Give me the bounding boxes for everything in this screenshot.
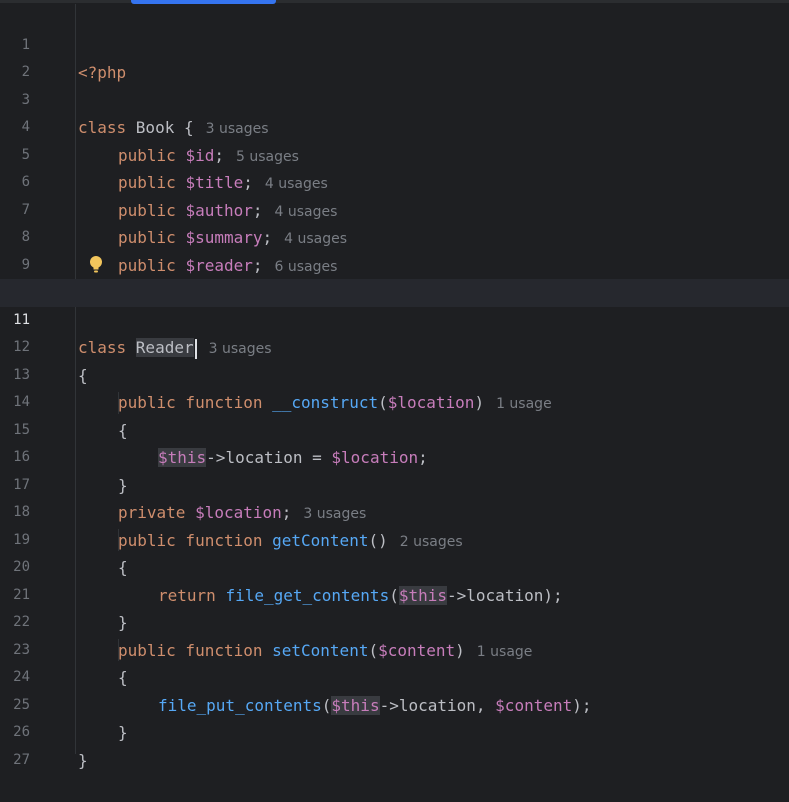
- code-line[interactable]: 6 public $author; 4 usages: [0, 142, 789, 220]
- closing-brace: }: [78, 750, 88, 770]
- code-line[interactable]: 14 {: [0, 362, 789, 440]
- code-line[interactable]: 9 }: [0, 224, 789, 303]
- code-line[interactable]: 17 private $location; 3 usages: [0, 444, 789, 523]
- code-line[interactable]: 10: [0, 252, 789, 300]
- code-line[interactable]: 27: [0, 719, 789, 768]
- code-line[interactable]: 23 {: [0, 609, 789, 688]
- code-line[interactable]: 19 {: [0, 499, 789, 578]
- code-line[interactable]: 8 public $reader; 6 usages: [0, 197, 789, 275]
- code-line[interactable]: 22 public function setContent($content) 1…: [0, 582, 789, 660]
- code-line[interactable]: 18 public function getContent() 2 usages: [0, 472, 789, 550]
- code-line[interactable]: 7 public $summary; 4 usages: [0, 169, 789, 248]
- editor-top-border: [0, 0, 789, 3]
- code-line[interactable]: 21 }: [0, 554, 789, 633]
- code-line[interactable]: 16 }: [0, 417, 789, 495]
- code-line[interactable]: 3 class Book {3 usages: [0, 59, 789, 138]
- lightbulb-icon[interactable]: [89, 255, 103, 275]
- code-line[interactable]: 1 <?php: [0, 4, 789, 83]
- code-line[interactable]: 26 }: [0, 692, 789, 770]
- code-line[interactable]: 4 public $id; 5 usages: [0, 87, 789, 165]
- code-line[interactable]: 25 }: [0, 664, 789, 743]
- code-line[interactable]: 12 {: [0, 307, 789, 385]
- indent-guide: [118, 639, 119, 661]
- indent-guide: [118, 392, 119, 414]
- line-number: 27: [13, 751, 30, 768]
- code-line[interactable]: 2: [0, 32, 789, 80]
- code-line[interactable]: 13 public function __construct($location…: [0, 334, 789, 413]
- code-line[interactable]: 5 public $title; 4 usages: [0, 114, 789, 193]
- indent-guide: [118, 529, 119, 551]
- code-line-current[interactable]: 11 class Reader 3 usages: [0, 279, 789, 359]
- code-editor[interactable]: 1 <?php 2 3 class Book {3 usages 4 publi…: [0, 4, 789, 770]
